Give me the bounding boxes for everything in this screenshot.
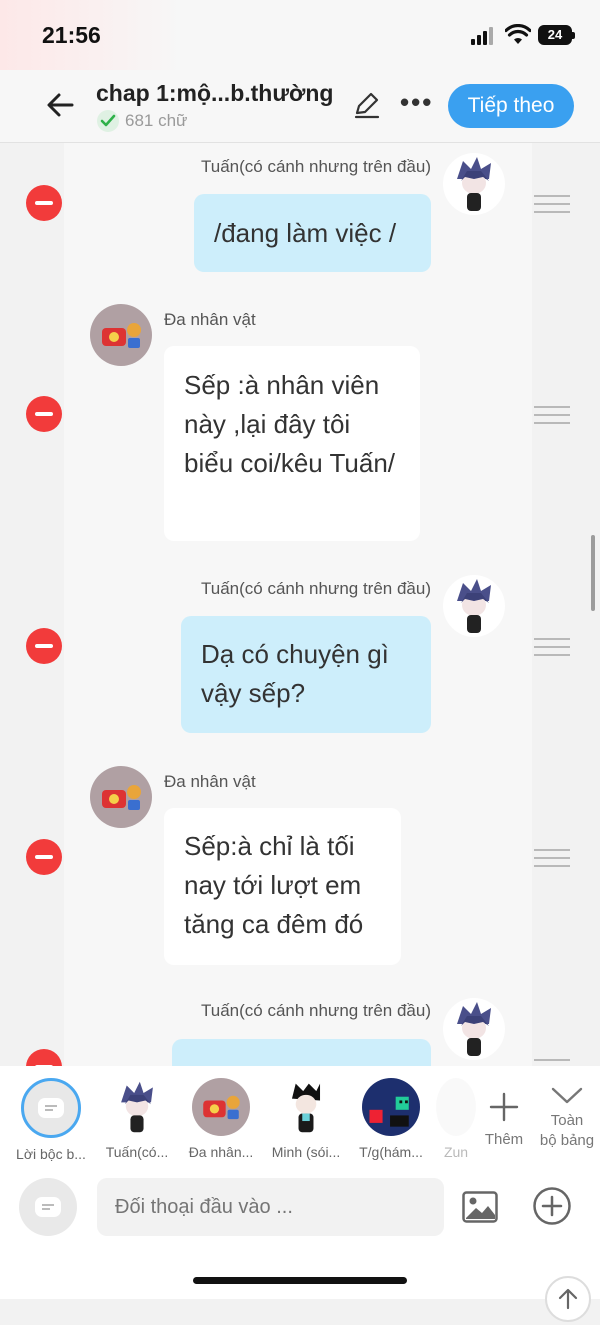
wifi-icon xyxy=(505,24,531,44)
character-label: Đa nhân... xyxy=(188,1144,254,1160)
chat-area: Tuấn(có cánh nhưng trên đầu) /đang làm v… xyxy=(0,143,600,1066)
chevron-down-icon xyxy=(551,1087,583,1104)
message-bubble[interactable]: Sếp:à chỉ là tối nay tới lượt em tăng ca… xyxy=(164,808,401,965)
avatar xyxy=(443,575,505,637)
message-bubble[interactable]: /đang làm việc / xyxy=(194,194,431,272)
speaker-name: Tuấn(có cánh nhưng trên đầu) xyxy=(200,157,431,176)
drag-handle-icon[interactable] xyxy=(534,406,570,424)
next-button[interactable]: Tiếp theo xyxy=(448,84,574,128)
character-multi[interactable]: Đa nhân... xyxy=(183,1078,259,1160)
message-bubble[interactable]: Sếp :à nhân viên này ,lại đây tôi biểu c… xyxy=(164,346,420,541)
delete-message-icon[interactable] xyxy=(26,396,62,432)
character-zun[interactable]: Zun xyxy=(432,1078,480,1160)
character-tuan[interactable]: Tuấn(có... xyxy=(99,1078,175,1160)
character-tg[interactable]: T/g(hám... xyxy=(353,1078,429,1160)
character-label: Minh (sói... xyxy=(271,1144,341,1160)
more-options-icon[interactable]: ••• xyxy=(400,89,436,115)
delete-message-icon[interactable] xyxy=(26,628,62,664)
back-arrow-icon[interactable] xyxy=(44,88,78,122)
character-label: Lời bộc b... xyxy=(16,1146,86,1162)
status-bar: 21:56 24 xyxy=(0,0,600,70)
drag-handle-icon[interactable] xyxy=(534,1059,570,1066)
arrow-up-icon xyxy=(558,1288,578,1310)
character-label: T/g(hám... xyxy=(359,1144,423,1160)
check-icon xyxy=(97,110,119,132)
delete-message-icon[interactable] xyxy=(26,839,62,875)
avatar xyxy=(436,1078,476,1136)
status-time: 21:56 xyxy=(42,22,101,48)
narration-icon xyxy=(21,1078,81,1138)
add-label: Thêm xyxy=(484,1131,524,1148)
avatar xyxy=(192,1078,250,1136)
add-character-button[interactable]: Thêm xyxy=(482,1090,526,1148)
speaker-name: Đa nhân vật xyxy=(164,772,256,791)
avatar xyxy=(443,153,505,215)
scroll-up-button[interactable] xyxy=(545,1276,591,1322)
speaker-name: Đa nhân vật xyxy=(164,310,256,329)
character-narration[interactable]: Lời bộc b... xyxy=(13,1078,89,1162)
expand-label-2: bộ bảng xyxy=(539,1132,595,1149)
delete-message-icon[interactable] xyxy=(26,1049,62,1066)
word-count-text: 681 chữ xyxy=(125,111,188,130)
dialogue-input[interactable] xyxy=(97,1178,444,1236)
signal-icon xyxy=(471,27,497,45)
battery-icon: 24 xyxy=(538,25,575,45)
speaker-name: Tuấn(có cánh nhưng trên đầu) xyxy=(200,1001,431,1020)
editor-header: chap 1:mộ...b.thường 681 chữ ••• Tiếp th… xyxy=(0,70,600,143)
home-indicator xyxy=(193,1277,407,1284)
message-bubble[interactable]: Dạ có chuyện gì vậy sếp? xyxy=(181,616,431,733)
add-circle-icon[interactable] xyxy=(532,1186,572,1226)
delete-message-icon[interactable] xyxy=(26,185,62,221)
expand-label-1: Toàn xyxy=(550,1112,584,1129)
avatar xyxy=(443,998,505,1060)
speaker-name: Tuấn(có cánh nhưng trên đầu) xyxy=(200,579,431,598)
avatar xyxy=(277,1078,335,1136)
input-row xyxy=(0,1176,600,1240)
chapter-title[interactable]: chap 1:mộ...b.thường xyxy=(96,80,333,107)
drag-handle-icon[interactable] xyxy=(534,849,570,867)
character-label: Tuấn(có... xyxy=(105,1144,169,1160)
avatar xyxy=(90,766,152,828)
narration-toggle-button[interactable] xyxy=(19,1178,77,1236)
avatar xyxy=(90,304,152,366)
expand-board-button[interactable]: Toàn bộ bảng xyxy=(536,1084,598,1151)
chat-bubble-icon xyxy=(35,1197,61,1217)
avatar xyxy=(362,1078,420,1136)
character-label: Zun xyxy=(443,1144,469,1160)
scrollbar[interactable] xyxy=(591,535,595,611)
drag-handle-icon[interactable] xyxy=(534,638,570,656)
character-panel: Lời bộc b... Tuấn(có... Đa nhân... Minh … xyxy=(0,1066,600,1322)
character-minh[interactable]: Minh (sói... xyxy=(268,1078,344,1160)
word-count: 681 chữ xyxy=(97,110,187,132)
message-bubble[interactable] xyxy=(172,1039,431,1066)
image-icon[interactable] xyxy=(462,1191,498,1223)
pencil-icon[interactable] xyxy=(352,90,382,120)
avatar xyxy=(108,1078,166,1136)
plus-icon xyxy=(489,1092,519,1122)
drag-handle-icon[interactable] xyxy=(534,195,570,213)
